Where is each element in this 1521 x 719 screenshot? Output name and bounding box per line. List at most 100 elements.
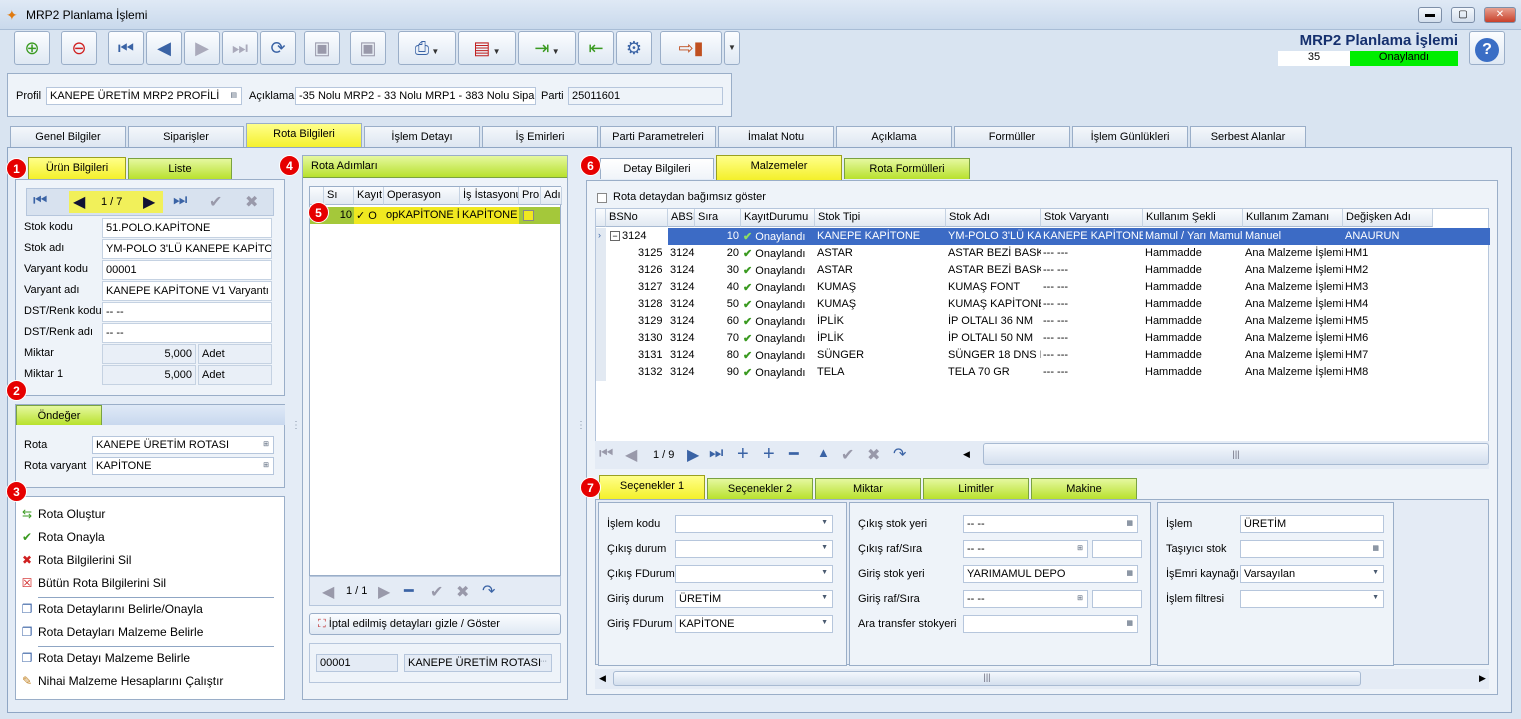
minimize-button[interactable]: ▬: [1418, 7, 1442, 23]
tab-liste[interactable]: Liste: [128, 158, 232, 179]
new-document-button[interactable]: ⊕: [14, 31, 50, 65]
col-adi[interactable]: Adı: [541, 187, 562, 205]
option-field[interactable]: Varsayılan ▼: [1240, 565, 1384, 583]
malzeme-row[interactable]: 3130 3124 70 ✔ Onaylandı İPLİK İP OLTALI 50 N…: [596, 330, 1490, 347]
scroll-right-icon[interactable]: ▶: [1479, 673, 1486, 684]
col-operasyon[interactable]: Operasyon: [384, 187, 460, 205]
tab-main-3[interactable]: İşlem Detayı: [364, 126, 480, 147]
tab-detay-bilgileri[interactable]: Detay Bilgileri: [600, 158, 714, 179]
col-pro[interactable]: Pro: [519, 187, 541, 205]
cancel-icon[interactable]: ✖: [245, 192, 258, 212]
bottom-scrollbar[interactable]: |||: [613, 671, 1361, 686]
sira-field[interactable]: [1092, 590, 1142, 608]
tab-main-0[interactable]: Genel Bilgiler: [10, 126, 126, 147]
export-button[interactable]: ⇥ ▼: [518, 31, 576, 65]
option-field[interactable]: KAPİTONE ▼: [675, 615, 833, 633]
rota-field[interactable]: KANEPE ÜRETİM ROTASI ⊞: [92, 436, 274, 454]
col-kayit[interactable]: Kayıt: [354, 187, 384, 205]
tab-urun-bilgileri[interactable]: Ürün Bilgileri: [28, 157, 126, 179]
last-icon[interactable]: ⏭: [709, 445, 723, 463]
print-button[interactable]: ⎙ ▼: [398, 31, 456, 65]
previous-record-button[interactable]: ◀: [146, 31, 182, 65]
col-malzeme-5[interactable]: Stok Adı: [946, 209, 1041, 227]
col-malzeme-9[interactable]: Değişken Adı: [1343, 209, 1433, 227]
action-item[interactable]: ☒ Bütün Rota Bilgilerini Sil: [20, 576, 166, 590]
miktar1-value[interactable]: 5,000: [102, 365, 196, 385]
action-item[interactable]: ❐ Rota Detayı Malzeme Belirle: [20, 651, 190, 665]
cancel-icon[interactable]: ✖: [456, 582, 469, 602]
minus-icon[interactable]: ━: [404, 581, 414, 601]
col-malzeme-4[interactable]: Stok Tipi: [815, 209, 946, 227]
action-item[interactable]: ❐ Rota Detayları Malzeme Belirle: [20, 625, 204, 639]
malzeme-row[interactable]: 3126 3124 30 ✔ Onaylandı ASTAR ASTAR BEZİ BAS…: [596, 262, 1490, 279]
next-record-button[interactable]: ▶: [184, 31, 220, 65]
tab-main-9[interactable]: İşlem Günlükleri: [1072, 126, 1188, 147]
tab-secenek-4[interactable]: Makine: [1031, 478, 1137, 499]
tab-secenek-0[interactable]: Seçenekler 1: [599, 475, 705, 499]
col-istasyon[interactable]: İş İstasyonu: [460, 187, 519, 205]
malzeme-row[interactable]: 3132 3124 90 ✔ Onaylandı TELA TELA 70 GR --- -…: [596, 364, 1490, 381]
splitter-grip-icon[interactable]: ⋮: [576, 420, 586, 431]
option-field[interactable]: -- -- ⊞: [963, 540, 1088, 558]
urun-field-value[interactable]: 51.POLO.KAPİTONE: [102, 218, 272, 238]
tab-secenek-3[interactable]: Limitler: [923, 478, 1029, 499]
confirm-icon[interactable]: ✔: [209, 192, 222, 212]
col-si[interactable]: Sı: [324, 187, 354, 205]
minus-icon[interactable]: ━: [789, 444, 799, 464]
refresh-button[interactable]: ⟳: [260, 31, 296, 65]
urun-field-value[interactable]: -- --: [102, 323, 272, 343]
cancel-icon[interactable]: ✖: [867, 445, 880, 465]
option-field[interactable]: ÜRETİM: [1240, 515, 1384, 533]
col-malzeme-6[interactable]: Stok Varyantı: [1041, 209, 1143, 227]
urun-field-value[interactable]: 00001: [102, 260, 272, 280]
rota-row[interactable]: 10 ✓ O opKAPİTONE İ KAPİTONE: [310, 207, 560, 224]
option-field[interactable]: YARIMAMUL DEPO ▦: [963, 565, 1138, 583]
tab-main-1[interactable]: Siparişler: [128, 126, 244, 147]
rota-row-pro-checkbox[interactable]: [523, 210, 534, 221]
help-button[interactable]: ?: [1469, 31, 1505, 65]
aciklama-field[interactable]: -35 Nolu MRP2 - 33 Nolu MRP1 - 383 Nolu …: [295, 87, 536, 105]
save-button[interactable]: ▣: [304, 31, 340, 65]
tab-main-6[interactable]: İmalat Notu: [718, 126, 834, 147]
settings-button[interactable]: ⚙: [616, 31, 652, 65]
toggle-cancelled-button[interactable]: ⛶ İptal edilmiş detayları gizle / Göster: [309, 613, 561, 635]
delete-document-button[interactable]: ⊖: [61, 31, 97, 65]
next-icon[interactable]: ▶: [378, 582, 390, 602]
tab-secenek-2[interactable]: Miktar: [815, 478, 921, 499]
redo-icon[interactable]: ↷: [893, 444, 906, 464]
tab-rota-formulleri[interactable]: Rota Formülleri: [844, 158, 970, 179]
confirm-icon[interactable]: ✔: [841, 445, 854, 465]
col-malzeme-0[interactable]: BSNo: [606, 209, 668, 227]
first-icon[interactable]: ⏮: [33, 192, 47, 210]
col-malzeme-1[interactable]: ABSN: [668, 209, 695, 227]
exit-button[interactable]: ⇨▮: [660, 31, 722, 65]
action-item[interactable]: ⇆ Rota Oluştur: [20, 507, 105, 521]
rota-varyant-field[interactable]: KAPİTONE ⊞: [92, 457, 274, 475]
sira-field[interactable]: [1092, 540, 1142, 558]
tab-main-8[interactable]: Formüller: [954, 126, 1070, 147]
parti-field[interactable]: 25011601: [568, 87, 723, 105]
option-field[interactable]: ▼: [675, 540, 833, 558]
urun-field-value[interactable]: KANEPE KAPİTONE V1 Varyantı: [102, 281, 272, 301]
previous-icon[interactable]: ◀: [73, 192, 85, 212]
col-malzeme-7[interactable]: Kullanım Şekli: [1143, 209, 1243, 227]
tab-secenek-1[interactable]: Seçenekler 2: [707, 478, 813, 499]
confirm-icon[interactable]: ✔: [430, 582, 443, 602]
urun-field-value[interactable]: -- --: [102, 302, 272, 322]
add-icon[interactable]: +: [737, 443, 749, 466]
maximize-button[interactable]: ▢: [1451, 7, 1475, 23]
last-icon[interactable]: ⏭: [173, 192, 187, 210]
previous-icon[interactable]: ◀: [625, 445, 637, 465]
option-field[interactable]: ▦: [963, 615, 1138, 633]
col-malzeme-2[interactable]: Sıra: [695, 209, 741, 227]
export-pdf-button[interactable]: ▤ ▼: [458, 31, 516, 65]
horizontal-scrollbar[interactable]: |||: [983, 443, 1489, 465]
scroll-left-icon[interactable]: ◀: [963, 449, 970, 460]
malzeme-row[interactable]: › 3124 10 ✔ Onaylandı KANEPE KAPİTONE YM-POLO…: [596, 228, 1490, 245]
last-record-button[interactable]: ⏭: [222, 31, 258, 65]
previous-icon[interactable]: ◀: [322, 582, 334, 602]
profil-field[interactable]: KANEPE ÜRETİM MRP2 PROFİLİ ▤: [46, 87, 242, 105]
malzeme-row[interactable]: 3125 3124 20 ✔ Onaylandı ASTAR ASTAR BEZİ BAS…: [596, 245, 1490, 262]
tab-main-2[interactable]: Rota Bilgileri: [246, 123, 362, 148]
next-icon[interactable]: ▶: [143, 192, 155, 212]
